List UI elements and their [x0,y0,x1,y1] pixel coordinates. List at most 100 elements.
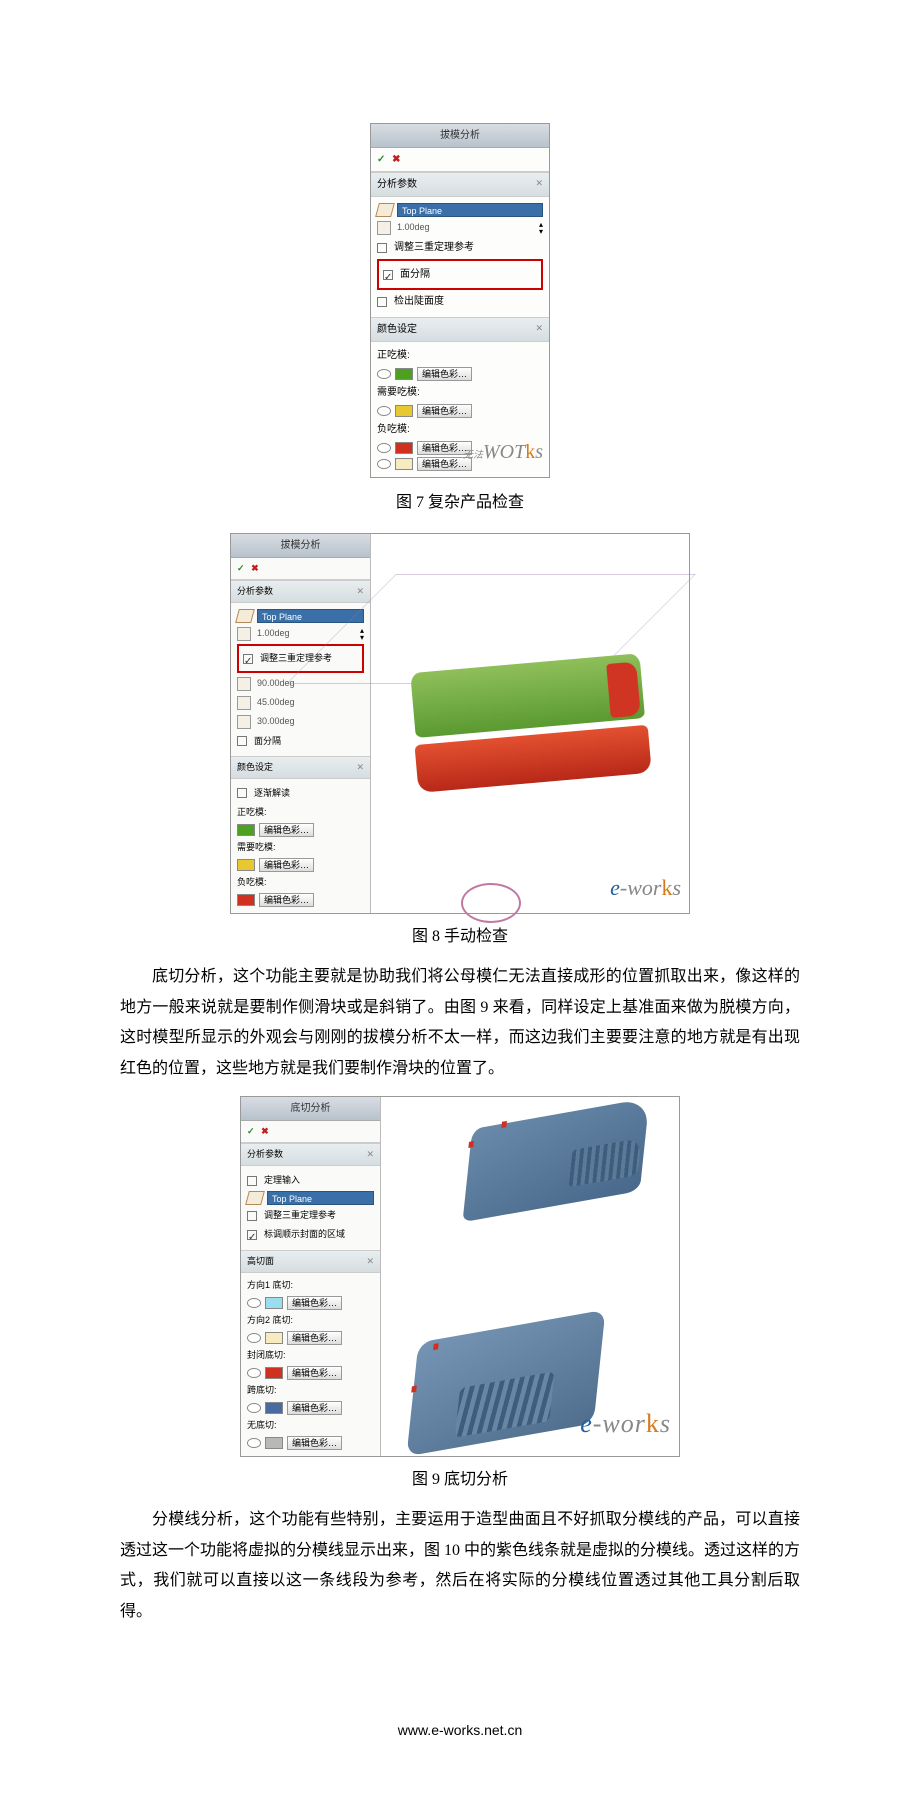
neg-draft-label: 负吃模: [237,874,364,891]
need-swatch[interactable] [237,859,255,871]
angle-value[interactable]: 1.00deg [395,219,535,236]
direction-row: Top Plane [377,203,543,217]
edit-color-button[interactable]: 编辑色彩… [287,1366,342,1380]
val2[interactable]: 45.00deg [255,694,364,711]
edit-color-button[interactable]: 编辑色彩… [417,367,472,381]
figure-8-caption: 图 8 手动检查 [120,922,800,952]
highlight-label: 标调顺示封面的区域 [264,1226,345,1243]
smooth-label: 逐渐解读 [254,785,290,802]
d1-swatch[interactable] [265,1297,283,1309]
eye-icon[interactable] [247,1403,261,1413]
fig8-viewport: e-works [371,534,689,913]
d2-swatch[interactable] [265,1332,283,1344]
plane-icon [235,609,255,623]
direction-field[interactable]: Top Plane [267,1191,374,1205]
eye-icon[interactable] [377,459,391,469]
highlight-checkbox[interactable] [247,1230,257,1240]
face-class-checkbox[interactable] [383,270,393,280]
panel-title: 底切分析 [241,1097,380,1121]
steep-checkbox[interactable] [377,297,387,307]
panel-title: 拔模分析 [231,534,370,558]
page-footer-url: www.e-works.net.cn [120,1717,800,1744]
ok-icon[interactable]: ✓ [247,1126,255,1136]
edit-color-button[interactable]: 编辑色彩… [287,1331,342,1345]
section-color-settings: 颜色设定 [231,756,370,779]
d2-label: 方向2 底切: [247,1312,374,1329]
need-draft-swatch[interactable] [395,405,413,417]
angle-icon [377,221,391,235]
steep-label: 检出陡面度 [394,292,444,311]
angle-icon [237,627,251,641]
edit-color-button[interactable]: 编辑色彩… [417,404,472,418]
figure-8: 拔模分析 ✓ ✖ 分析参数 Top Plane 1.00deg▴▾ 调整三重定理… [120,529,800,914]
pos-draft-label: 正吃模: [237,804,364,821]
adjust-ref-checkbox[interactable] [243,654,253,664]
adjust-checkbox[interactable] [247,1211,257,1221]
tray-model [410,654,650,794]
panel-title: 拔模分析 [371,124,549,148]
figure-7: 拔模分析 ✓ ✖ 分析参数 Top Plane 1.00deg ▴▾ 调整三重定… [120,123,800,480]
section-analysis-params: 分析参数 [241,1143,380,1166]
adjust-ref-label: 调整三重定理参考 [394,238,474,257]
figure-7-caption: 图 7 复杂产品检查 [120,488,800,518]
span-label: 跨底切: [247,1382,374,1399]
neg-draft-swatch[interactable] [395,442,413,454]
none-swatch[interactable] [265,1437,283,1449]
eye-icon[interactable] [377,406,391,416]
plane-icon [375,203,395,217]
figure-9-caption: 图 9 底切分析 [120,1465,800,1495]
annotation-circle [461,883,521,923]
ok-icon[interactable]: ✓ [377,154,385,165]
watermark: e-works [610,867,681,909]
spinner-icon[interactable]: ▴▾ [539,221,543,235]
ok-icon[interactable]: ✓ [237,563,245,573]
eye-icon[interactable] [247,1298,261,1308]
paragraph-parting-line: 分模线分析，这个功能有些特别，主要运用于造型曲面且不好抓取分模线的产品，可以直接… [120,1505,800,1627]
edit-color-button[interactable]: 编辑色彩… [287,1436,342,1450]
val3[interactable]: 30.00deg [255,713,364,730]
coord-label: 定理输入 [264,1172,300,1189]
pos-swatch[interactable] [237,824,255,836]
fig7-panel: 拔模分析 ✓ ✖ 分析参数 Top Plane 1.00deg ▴▾ 调整三重定… [370,123,550,478]
pos-draft-label: 正吃模: [377,346,543,365]
cancel-icon[interactable]: ✖ [392,154,400,165]
need-draft-label: 需要吃模: [377,383,543,402]
section-analysis-params: 分析参数 [371,172,549,197]
edit-color-button[interactable]: 编辑色彩… [287,1296,342,1310]
d1-label: 方向1 底切: [247,1277,374,1294]
figure-9: 底切分析 ✓ ✖ 分析参数 定理输入 Top Plane 调整三重定理参考 标调… [120,1092,800,1457]
edit-color-button[interactable]: 编辑色彩… [259,893,314,907]
smooth-checkbox[interactable] [237,788,247,798]
fig8-panel: 拔模分析 ✓ ✖ 分析参数 Top Plane 1.00deg▴▾ 调整三重定理… [231,534,371,913]
eye-icon[interactable] [247,1368,261,1378]
both-swatch[interactable] [265,1367,283,1379]
extra-swatch[interactable] [395,458,413,470]
span-swatch[interactable] [265,1402,283,1414]
adjust-ref-checkbox[interactable] [377,243,387,253]
model-top-half [462,1098,649,1222]
angle-icon [237,696,251,710]
highlighted-option: 面分隔 [377,259,543,290]
fig9-viewport: e-works [381,1097,679,1456]
paragraph-undercut: 底切分析，这个功能主要就是协助我们将公母模仁无法直接成形的位置抓取出来，像这样的… [120,962,800,1084]
cancel-icon[interactable]: ✖ [251,563,259,573]
coord-checkbox[interactable] [247,1176,257,1186]
plane-icon [245,1191,265,1205]
fig9-panel: 底切分析 ✓ ✖ 分析参数 定理输入 Top Plane 调整三重定理参考 标调… [241,1097,381,1456]
edit-color-button[interactable]: 编辑色彩… [259,823,314,837]
eye-icon[interactable] [377,443,391,453]
face-class-checkbox[interactable] [237,736,247,746]
watermark: e-works [580,1399,671,1448]
eye-icon[interactable] [247,1333,261,1343]
draft-angle-row: 1.00deg ▴▾ [377,219,543,236]
neg-swatch[interactable] [237,894,255,906]
none-label: 无底切: [247,1417,374,1434]
eye-icon[interactable] [247,1438,261,1448]
direction-field[interactable]: Top Plane [397,203,543,217]
edit-color-button[interactable]: 编辑色彩… [259,858,314,872]
adjust-label: 调整三重定理参考 [264,1207,336,1224]
edit-color-button[interactable]: 编辑色彩… [287,1401,342,1415]
pos-draft-swatch[interactable] [395,368,413,380]
cancel-icon[interactable]: ✖ [261,1126,269,1136]
eye-icon[interactable] [377,369,391,379]
